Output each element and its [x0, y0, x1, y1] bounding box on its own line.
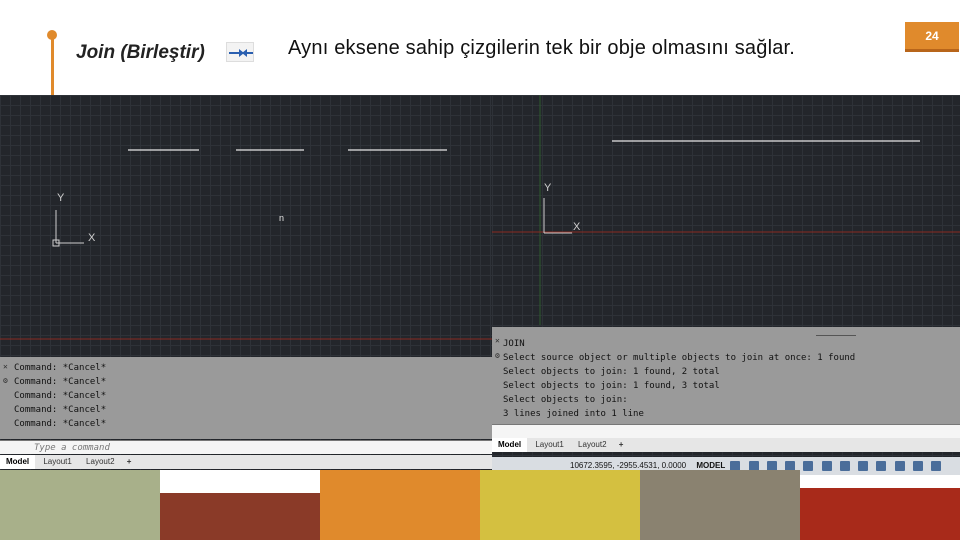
command-input[interactable] [492, 424, 960, 438]
add-layout-icon[interactable]: + [123, 455, 136, 469]
color-swatch [480, 470, 640, 540]
command-line: Command: *Cancel* [14, 391, 107, 401]
color-swatch [0, 470, 160, 540]
ucs-y-label: Y [544, 182, 552, 194]
command-line: Command: *Cancel* [14, 377, 107, 387]
slide-title: Join (Birleştir) [76, 42, 205, 63]
lineweight-toggle-icon[interactable] [839, 460, 850, 471]
tab-layout1[interactable]: Layout1 [529, 438, 569, 452]
wrench-icon[interactable]: ⚙ [3, 376, 8, 385]
customize-menu-icon[interactable] [931, 460, 942, 471]
layout-tabs-before: Model Layout1 Layout2 + [0, 455, 492, 469]
color-swatch [640, 470, 800, 540]
add-layout-icon[interactable]: + [615, 438, 628, 452]
slide-subtitle: Aynı eksene sahip çizgilerin tek bir obj… [288, 37, 796, 59]
workspace-gear-icon[interactable] [912, 460, 923, 471]
drawing-canvas-before[interactable] [0, 95, 492, 355]
command-history-before: ✕ ⚙ Command: *Cancel* Command: *Cancel* … [0, 357, 492, 439]
ucs-x-label: X [573, 221, 581, 233]
tab-model[interactable]: Model [492, 438, 528, 452]
osnap-toggle-icon[interactable] [803, 460, 814, 471]
ucs-x-label: X [88, 232, 96, 244]
panel-grip[interactable] [816, 335, 856, 336]
color-swatch [800, 488, 960, 540]
tab-layout2[interactable]: Layout2 [80, 455, 120, 469]
otrack-toggle-icon[interactable] [821, 460, 832, 471]
color-swatch [160, 493, 320, 540]
command-line: Select objects to join: [503, 395, 628, 405]
drawing-canvas-after[interactable] [492, 95, 960, 325]
transparency-toggle-icon[interactable] [858, 460, 869, 471]
command-line: Command: *Cancel* [14, 405, 107, 415]
layout-tabs-after: Model Layout1 Layout2 + [492, 438, 960, 452]
close-icon[interactable]: ✕ [3, 362, 8, 371]
cad-viewport-before[interactable]: Y X n ✕ ⚙ Command: *Cancel* Command: *Ca… [0, 95, 492, 470]
wrench-icon[interactable]: ⚙ [495, 351, 500, 360]
command-placeholder: Type a command [34, 443, 110, 453]
selection-cycling-icon[interactable] [876, 460, 887, 471]
command-line: Command: *Cancel* [14, 419, 107, 429]
annotation-scale-icon[interactable] [894, 460, 905, 471]
close-icon[interactable]: ✕ [495, 336, 500, 345]
tab-layout1[interactable]: Layout1 [37, 455, 77, 469]
command-line: Command: *Cancel* [14, 363, 107, 373]
accent-line [51, 34, 54, 96]
command-input[interactable]: Type a command [0, 440, 492, 454]
tab-model[interactable]: Model [0, 455, 36, 469]
cad-viewport-after[interactable]: Y X ✕ ⚙ JOIN Select source object or mul… [492, 95, 960, 475]
join-tool-icon [226, 42, 254, 62]
command-line: Select objects to join: 1 found, 3 total [503, 381, 720, 391]
model-space-button[interactable]: MODEL [696, 461, 725, 470]
color-swatch [320, 470, 480, 540]
command-line: 3 lines joined into 1 line [503, 409, 644, 419]
coordinate-readout: 10672.3595, -2955.4531, 0.0000 [570, 461, 687, 470]
ucs-y-label: Y [57, 192, 65, 204]
tab-layout2[interactable]: Layout2 [572, 438, 612, 452]
cursor-label: n [279, 213, 285, 223]
command-line: Select source object or multiple objects… [503, 353, 856, 363]
command-line: Select objects to join: 1 found, 2 total [503, 367, 720, 377]
command-line: JOIN [503, 339, 525, 349]
page-number-badge: 24 [905, 22, 959, 52]
command-history-after: ✕ ⚙ JOIN Select source object or multipl… [492, 327, 960, 425]
